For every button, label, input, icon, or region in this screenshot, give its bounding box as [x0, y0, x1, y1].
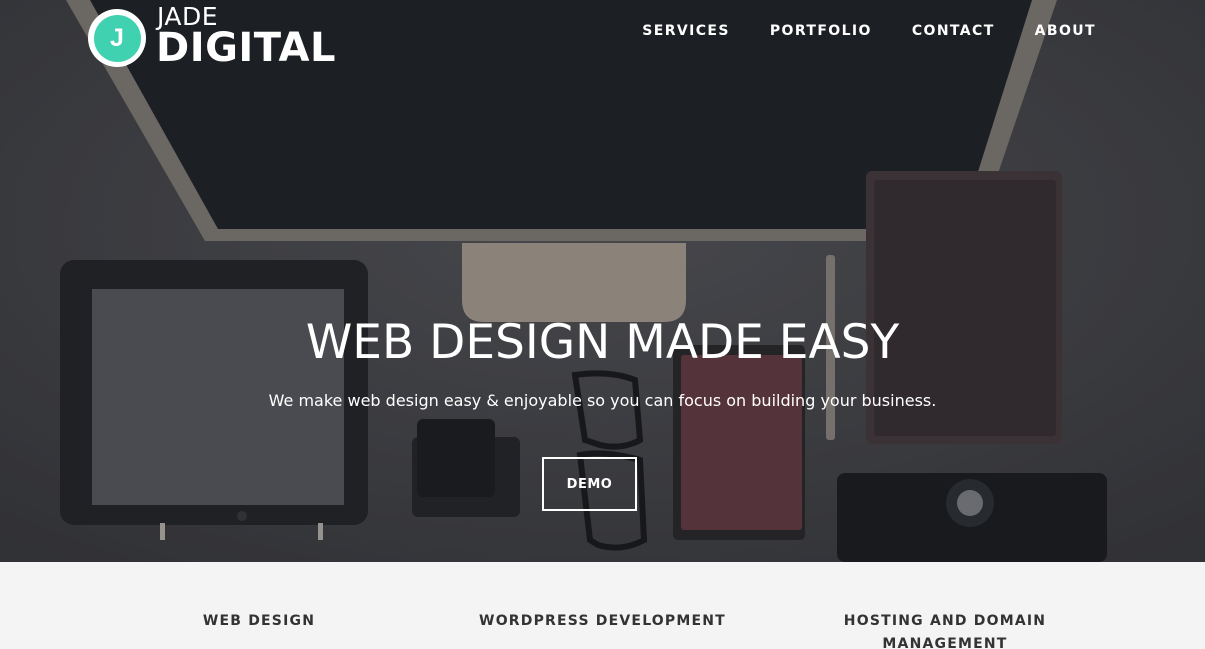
hero-subtitle: We make web design easy & enjoyable so y…: [268, 391, 937, 410]
service-hosting-domain[interactable]: HOSTING AND DOMAIN MANAGEMENT: [840, 610, 1050, 649]
service-wordpress-development[interactable]: WORDPRESS DEVELOPMENT: [470, 610, 735, 633]
nav-item-portfolio[interactable]: PORTFOLIO: [770, 22, 872, 40]
service-web-design[interactable]: WEB DESIGN: [160, 610, 358, 633]
nav-item-contact[interactable]: CONTACT: [912, 22, 995, 40]
hero-section: J JADE DIGITAL SERVICES PORTFOLIO CONTAC…: [0, 0, 1205, 562]
demo-button[interactable]: DEMO: [542, 457, 637, 511]
logo-badge-letter: J: [93, 14, 141, 62]
services-section: WEB DESIGN WORDPRESS DEVELOPMENT HOSTING…: [0, 562, 1205, 649]
logo-name-bottom: DIGITAL: [156, 25, 336, 71]
nav-item-services[interactable]: SERVICES: [642, 22, 730, 40]
hero-title: WEB DESIGN MADE EASY: [305, 315, 900, 370]
logo[interactable]: J JADE DIGITAL: [88, 4, 348, 71]
main-nav: SERVICES PORTFOLIO CONTACT ABOUT: [602, 22, 1096, 40]
logo-badge-icon: J: [88, 9, 146, 67]
nav-item-about[interactable]: ABOUT: [1035, 22, 1096, 40]
